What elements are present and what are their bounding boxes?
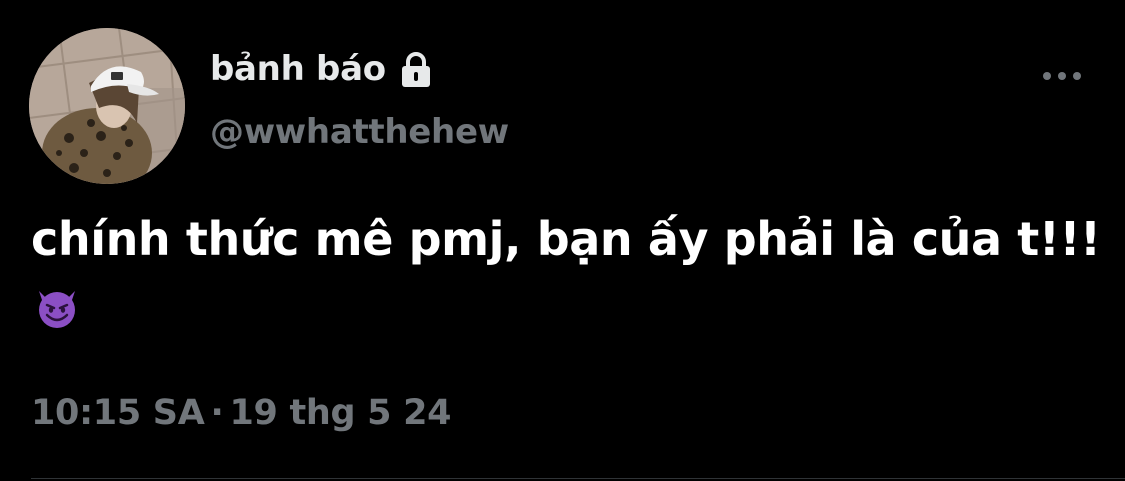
more-horizontal-icon[interactable] [1036, 61, 1088, 91]
tweet: bảnh báo @wwhatthehew chính thức mê pmj,… [0, 0, 1125, 481]
author-handle[interactable]: @wwhatthehew [210, 112, 509, 152]
avatar[interactable] [29, 28, 185, 184]
avatar-image [29, 28, 185, 184]
meta-separator: · [210, 393, 224, 433]
author-name-row[interactable]: bảnh báo [210, 44, 436, 94]
divider [31, 478, 1125, 479]
tweet-text: chính thức mê pmj, bạn ấy phải là của t!… [31, 204, 1101, 344]
tweet-meta: 10:15 SA · 19 thg 5 24 [31, 393, 452, 433]
display-name[interactable]: bảnh báo [210, 49, 386, 89]
tweet-date[interactable]: 19 thg 5 24 [230, 393, 452, 433]
smiling-devil-emoji-icon [33, 280, 81, 328]
tweet-body: chính thức mê pmj, bạn ấy phải là của t!… [31, 212, 1101, 266]
tweet-time[interactable]: 10:15 SA [31, 393, 205, 433]
lock-icon [396, 49, 436, 89]
